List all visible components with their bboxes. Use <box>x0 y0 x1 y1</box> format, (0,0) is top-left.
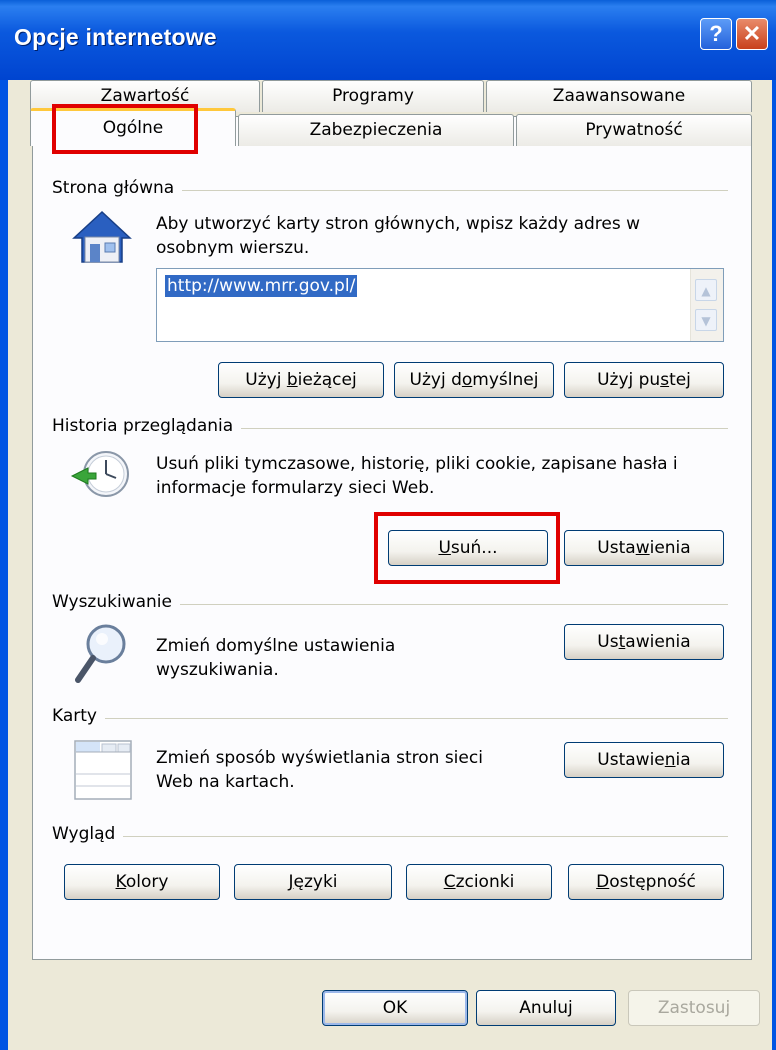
label-part: awienia <box>625 632 691 652</box>
use-blank-button[interactable]: Użyj pustej <box>564 362 724 398</box>
tabs-settings-button[interactable]: Ustawienia <box>564 742 724 778</box>
mnemonic: C <box>443 872 456 892</box>
label-part: ienia <box>649 538 691 558</box>
tabs-description-line-1: Zmień sposób wyświetlania stron sieci <box>156 748 483 768</box>
search-description-line-2: wyszukiwania. <box>156 660 279 680</box>
languages-button[interactable]: Języki <box>234 864 392 900</box>
tab-prywatnosc[interactable]: Prywatność <box>516 114 752 146</box>
search-description-line-1: Zmień domyślne ustawienia <box>156 636 396 656</box>
tab-zabezpieczenia[interactable]: Zabezpieczenia <box>238 114 514 146</box>
accessibility-button[interactable]: Dostępność <box>568 864 724 900</box>
magnifier-icon <box>75 624 126 683</box>
label-part: Us <box>597 632 619 652</box>
close-button[interactable]: ✕ <box>736 18 768 50</box>
tab-programy[interactable]: Programy <box>262 80 484 112</box>
search-settings-button[interactable]: Ustawienia <box>564 624 724 660</box>
tabs-section-rule <box>60 718 728 719</box>
home-section-label: Strona główna <box>52 178 183 198</box>
home-description-line-1: Aby utworzyć karty stron głównych, wpisz… <box>156 214 641 234</box>
label-part: olory <box>125 872 169 892</box>
mnemonic: D <box>596 872 610 892</box>
textarea-scrollbar[interactable]: ▲ ▼ <box>690 269 723 341</box>
window-title: Opcje internetowe <box>14 24 217 50</box>
window-frame-right <box>772 80 776 1050</box>
appearance-section-label: Wygląd <box>52 824 124 844</box>
search-section-label: Wyszukiwanie <box>52 592 180 612</box>
label-part: zcionki <box>455 872 515 892</box>
label-part: ieżącej <box>297 370 357 390</box>
history-description-line-1: Usuń pliki tymczasowe, historię, pliki c… <box>156 454 678 474</box>
use-default-button[interactable]: Użyj domyślnej <box>394 362 554 398</box>
mnemonic: b <box>286 370 298 390</box>
fonts-button[interactable]: Czcionki <box>406 864 552 900</box>
history-description-line-2: informacje formularzy sieci Web. <box>156 478 435 498</box>
label-part: Użyj d <box>409 370 462 390</box>
mnemonic: K <box>115 872 126 892</box>
label-part: myślnej <box>472 370 539 390</box>
appearance-section-rule <box>60 836 728 837</box>
tabs-description-line-2: Web na kartach. <box>156 772 295 792</box>
label-part: tej <box>669 370 691 390</box>
title-bar[interactable]: Opcje internetowe ? ✕ <box>0 0 776 80</box>
home-page-textarea[interactable]: http://www.mrr.gov.pl/ ▲ ▼ <box>156 268 724 342</box>
mnemonic: U <box>438 538 451 558</box>
mnemonic: n <box>664 750 676 770</box>
label-part: Użyj pu <box>597 370 661 390</box>
use-current-button[interactable]: Użyj bieżącej <box>218 362 384 398</box>
delete-history-button[interactable]: Usuń... <box>388 530 548 566</box>
history-section-label: Historia przeglądania <box>52 416 242 436</box>
tab-ogolne[interactable]: Ogólne <box>30 108 236 146</box>
mnemonic: o <box>461 370 473 390</box>
tab-zaawansowane[interactable]: Zaawansowane <box>486 80 752 112</box>
colors-button[interactable]: Kolory <box>64 864 220 900</box>
window-frame-left <box>0 80 8 1050</box>
tabs-section-label: Karty <box>52 706 105 726</box>
house-icon <box>72 210 132 263</box>
history-clock-icon <box>70 451 129 497</box>
label-part: Usta <box>597 538 636 558</box>
scroll-down-icon[interactable]: ▼ <box>695 309 717 331</box>
label-part: ęzyki <box>293 872 338 892</box>
scroll-up-icon[interactable]: ▲ <box>695 279 717 301</box>
mnemonic: s <box>660 370 670 390</box>
mnemonic: w <box>635 538 650 558</box>
label-part: ia <box>675 750 691 770</box>
home-description-line-2: osobnym wierszu. <box>156 238 310 258</box>
label-part: Ustawie <box>597 750 665 770</box>
history-settings-button[interactable]: Ustawienia <box>564 530 724 566</box>
cancel-button[interactable]: Anuluj <box>476 990 616 1026</box>
tabs-window-icon <box>74 740 132 800</box>
label-part: suń... <box>450 538 498 558</box>
help-button[interactable]: ? <box>700 18 732 50</box>
apply-button[interactable]: Zastosuj <box>628 990 760 1026</box>
label-part: Użyj <box>245 370 287 390</box>
home-page-url: http://www.mrr.gov.pl/ <box>165 275 358 297</box>
ok-button[interactable]: OK <box>322 990 468 1026</box>
label-part: ostępność <box>609 872 696 892</box>
internet-options-dialog: Opcje internetowe ? ✕ Zawartość Programy… <box>0 0 776 1050</box>
